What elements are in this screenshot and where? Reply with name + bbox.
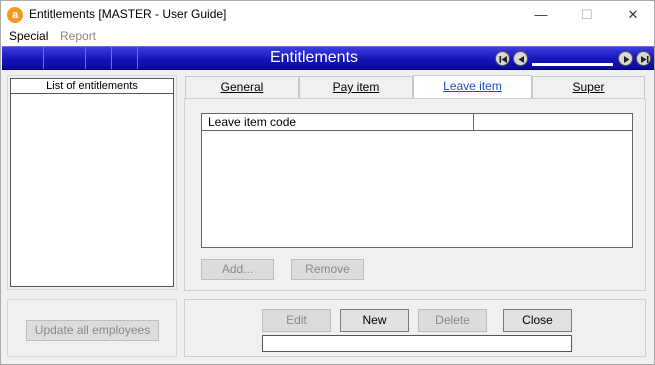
grid-header: Leave item code bbox=[202, 114, 632, 131]
column-header-2[interactable] bbox=[474, 114, 632, 130]
close-window-button[interactable]: ✕ bbox=[610, 1, 655, 29]
app-icon: a bbox=[7, 7, 23, 23]
remove-button[interactable]: Remove bbox=[291, 259, 364, 280]
last-record-button[interactable] bbox=[636, 51, 651, 66]
menu-report[interactable]: Report bbox=[60, 29, 96, 43]
window-title: Entitlements [MASTER - User Guide] bbox=[29, 7, 227, 21]
header-title: Entitlements bbox=[269, 49, 359, 66]
header-bar: Entitlements bbox=[2, 46, 654, 70]
title-bar: a Entitlements [MASTER - User Guide] — ☐… bbox=[1, 1, 654, 29]
column-header-leave-item-code[interactable]: Leave item code bbox=[202, 114, 474, 130]
tab-general[interactable]: General bbox=[185, 76, 299, 98]
entitlements-list-panel: List of entitlements bbox=[7, 75, 177, 290]
skip-first-icon bbox=[499, 56, 507, 63]
minimize-button[interactable]: — bbox=[518, 1, 564, 29]
leave-item-panel: Leave item code Add... Remove bbox=[184, 98, 646, 291]
close-button[interactable]: Close bbox=[503, 309, 572, 332]
skip-last-icon bbox=[641, 56, 649, 63]
update-panel: Update all employees bbox=[7, 299, 177, 357]
entitlements-list[interactable]: List of entitlements bbox=[10, 78, 174, 287]
status-field bbox=[262, 335, 572, 352]
leave-item-grid[interactable]: Leave item code bbox=[201, 113, 633, 248]
delete-button[interactable]: Delete bbox=[418, 309, 487, 332]
next-icon bbox=[624, 56, 630, 63]
edit-button[interactable]: Edit bbox=[262, 309, 331, 332]
tab-pay-item[interactable]: Pay item bbox=[299, 76, 413, 98]
record-slider[interactable] bbox=[532, 63, 613, 66]
add-button[interactable]: Add... bbox=[201, 259, 274, 280]
maximize-button[interactable]: ☐ bbox=[564, 1, 610, 29]
first-record-button[interactable] bbox=[495, 51, 510, 66]
menu-special[interactable]: Special bbox=[9, 29, 48, 43]
header-segment bbox=[86, 47, 112, 69]
new-button[interactable]: New bbox=[340, 309, 409, 332]
tab-leave-item[interactable]: Leave item bbox=[413, 75, 532, 99]
menu-bar: Special Report bbox=[1, 29, 654, 46]
header-segment bbox=[112, 47, 138, 69]
previous-icon bbox=[518, 56, 524, 63]
actions-panel: Edit New Delete Close bbox=[184, 299, 646, 357]
header-segment bbox=[44, 47, 86, 69]
update-all-employees-button[interactable]: Update all employees bbox=[26, 320, 159, 341]
tab-super[interactable]: Super bbox=[532, 76, 645, 98]
header-segment bbox=[2, 47, 44, 69]
next-record-button[interactable] bbox=[618, 51, 633, 66]
list-header: List of entitlements bbox=[11, 79, 173, 94]
previous-record-button[interactable] bbox=[513, 51, 528, 66]
entitlements-window: a Entitlements [MASTER - User Guide] — ☐… bbox=[0, 0, 655, 365]
